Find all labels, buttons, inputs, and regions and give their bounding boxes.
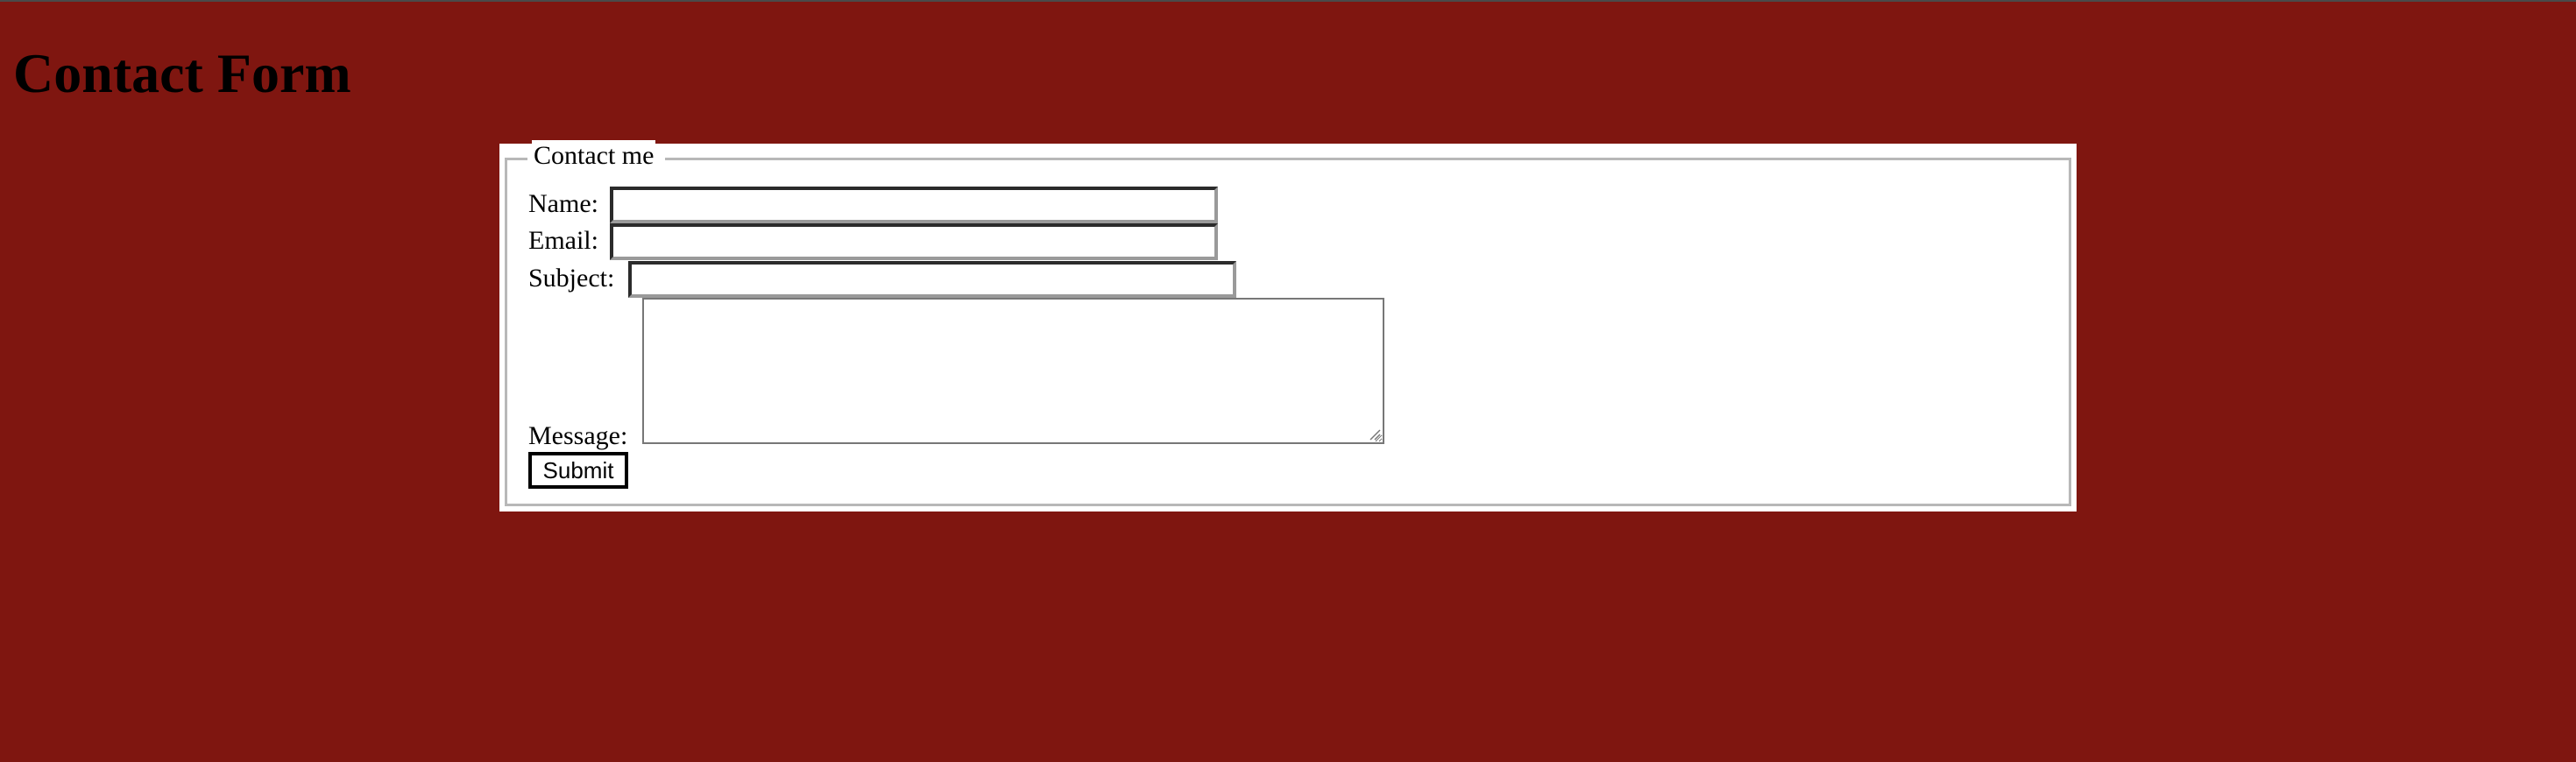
name-label: Name: (528, 189, 598, 218)
message-textarea[interactable] (642, 298, 1384, 444)
subject-input[interactable] (628, 261, 1236, 298)
fieldset-border-right (665, 158, 2071, 160)
submit-button[interactable]: Submit (528, 452, 628, 489)
fieldset-border-left (505, 158, 527, 160)
fieldset-legend: Contact me (532, 140, 656, 172)
contact-form-card: Contact me Name: Email: Subject: Message… (499, 140, 2077, 512)
email-input[interactable] (610, 223, 1218, 260)
subject-label: Subject: (528, 264, 615, 293)
contact-fieldset: Contact me Name: Email: Subject: Message… (505, 140, 2071, 506)
name-input[interactable] (610, 187, 1218, 223)
page-title: Contact Form (13, 42, 351, 104)
message-label: Message: (528, 421, 628, 450)
email-label: Email: (528, 226, 598, 255)
